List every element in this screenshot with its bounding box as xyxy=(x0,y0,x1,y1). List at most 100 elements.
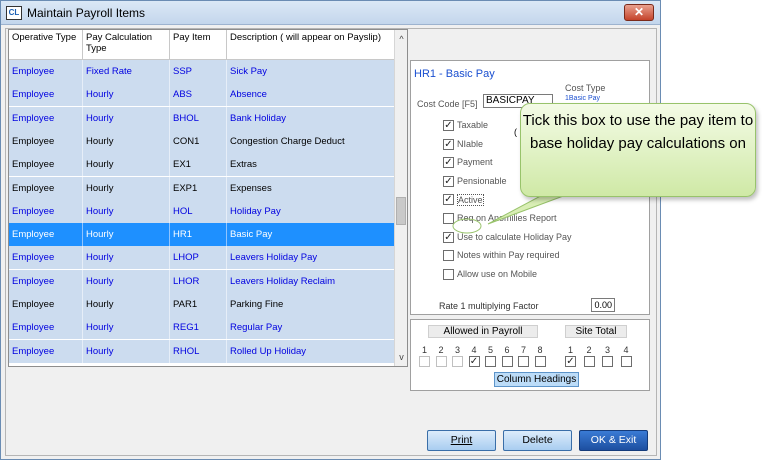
table-row[interactable]: Employee Hourly PAR1 Parking Fine xyxy=(9,293,395,316)
payroll-period-number: 2 xyxy=(438,345,444,355)
cell-operative-type: Employee xyxy=(9,293,83,316)
scroll-thumb[interactable] xyxy=(396,197,406,225)
site-checkbox-icon[interactable] xyxy=(583,356,595,367)
table-row[interactable]: Employee Hourly RHOL Rolled Up Holiday xyxy=(9,339,395,363)
cell-description: Congestion Charge Deduct xyxy=(227,129,395,153)
print-button[interactable]: Print xyxy=(427,430,496,451)
cell-pay-calculation-type: Hourly xyxy=(83,246,170,270)
allowed-in-payroll-label: Allowed in Payroll xyxy=(428,325,538,338)
site-total-number: 1 xyxy=(567,345,573,355)
table-row[interactable]: Employee Hourly EXP1 Expenses xyxy=(9,176,395,200)
site-checkbox-icon[interactable] xyxy=(602,356,613,367)
payroll-checkbox-icon[interactable] xyxy=(485,356,496,367)
grid-vertical-scrollbar[interactable]: ^ v xyxy=(394,30,407,366)
payroll-checkbox-icon[interactable] xyxy=(419,356,430,367)
column-header-pay-item[interactable]: Pay Item xyxy=(170,30,227,60)
table-row[interactable]: Employee Hourly REG1 Regular Pay xyxy=(9,316,395,340)
cell-pay-calculation-type: Fixed Rate xyxy=(83,60,170,83)
payroll-allocation-box: Allowed in Payroll Site Total 1 2 3 4 ✓ 5 6 7 8 1… xyxy=(410,319,650,391)
cell-pay-calculation-type: Hourly xyxy=(83,293,170,316)
checkbox-label: Allow use on Mobile xyxy=(457,268,538,279)
checkbox-label: Pensionable xyxy=(457,175,507,186)
table-row[interactable]: Employee Hourly ABS Absence xyxy=(9,83,395,107)
cell-description: Basic Pay xyxy=(227,223,395,247)
site-total-label: Site Total xyxy=(565,325,627,338)
cell-pay-item: EX1 xyxy=(170,153,227,177)
cell-operative-type: Employee xyxy=(9,199,83,223)
table-row[interactable]: Employee Fixed Rate SSP Sick Pay xyxy=(9,60,395,83)
cell-operative-type: Employee xyxy=(9,269,83,293)
cell-pay-item: PAR1 xyxy=(170,293,227,316)
cell-operative-type: Employee xyxy=(9,223,83,247)
table-row[interactable]: Employee Hourly CON1 Congestion Charge Dedu… xyxy=(9,129,395,153)
checkbox-checked-icon[interactable]: ✓ xyxy=(443,138,454,150)
checkbox-label: Active xyxy=(457,194,484,207)
payroll-items-window: CL Maintain Payroll Items ✕ Operative Ty… xyxy=(0,0,661,460)
cell-pay-calculation-type: Hourly xyxy=(83,176,170,200)
payroll-period-number: 3 xyxy=(454,345,460,355)
cell-description: Expenses xyxy=(227,176,395,200)
cell-pay-item: RHOL xyxy=(170,339,227,363)
delete-button-label: Delete xyxy=(522,434,553,446)
table-row[interactable]: Employee Hourly LHOP Leavers Holiday Pay xyxy=(9,246,395,270)
callout-text: Tick this box to use the pay item to bas… xyxy=(522,112,754,152)
table-row[interactable]: Employee Hourly HR1 Basic Pay xyxy=(9,223,395,247)
table-row[interactable]: Employee Hourly HOL Holiday Pay xyxy=(9,199,395,223)
column-headings-button[interactable]: Column Headings xyxy=(494,372,579,387)
delete-button[interactable]: Delete xyxy=(503,430,572,451)
table-row[interactable]: Employee Hourly BHOL Bank Holiday xyxy=(9,106,395,130)
scroll-up-icon[interactable]: ^ xyxy=(395,32,407,46)
cell-operative-type: Employee xyxy=(9,246,83,270)
cell-operative-type: Employee xyxy=(9,339,83,363)
table-row[interactable]: Employee Hourly EX1 Extras xyxy=(9,153,395,177)
column-header-pay-calculation-type[interactable]: Pay Calculation Type xyxy=(83,30,170,60)
cell-pay-calculation-type: Hourly xyxy=(83,199,170,223)
payroll-period-number: 6 xyxy=(504,345,510,355)
payroll-checkbox-icon[interactable] xyxy=(534,356,546,367)
scroll-down-icon[interactable]: v xyxy=(395,350,407,364)
checkbox-icon[interactable] xyxy=(443,250,454,262)
table-row[interactable]: Employee Hourly LHOR Leavers Holiday Reclai… xyxy=(9,269,395,293)
column-header-operative-type[interactable]: Operative Type xyxy=(9,30,83,60)
cell-description: Extras xyxy=(227,153,395,177)
dialog-client-area: Operative Type Pay Calculation Type Pay … xyxy=(5,28,657,456)
cost-code-label: Cost Code [F5] xyxy=(417,99,478,109)
print-button-label: Print xyxy=(450,434,473,446)
payroll-checkbox-icon[interactable] xyxy=(452,356,463,367)
cell-operative-type: Employee xyxy=(9,106,83,130)
cell-pay-item: HR1 xyxy=(170,223,227,247)
site-checkbox-icon[interactable] xyxy=(620,356,632,367)
close-button[interactable]: ✕ xyxy=(624,4,654,21)
site-total-number: 2 xyxy=(586,345,592,355)
checkbox-label: Notes within Pay required xyxy=(457,250,560,261)
ok-exit-button[interactable]: OK & Exit xyxy=(579,430,648,451)
cell-pay-item: CON1 xyxy=(170,129,227,153)
checkbox-checked-icon[interactable]: ✓ xyxy=(443,120,454,131)
payroll-checkbox-icon[interactable] xyxy=(435,356,447,367)
payroll-period-number: 1 xyxy=(421,345,427,355)
checkbox-icon[interactable] xyxy=(443,213,454,224)
checkbox-checked-icon[interactable]: ✓ xyxy=(443,175,454,187)
checkbox-label: Taxable xyxy=(457,120,489,130)
payroll-checkbox-checked-icon[interactable]: ✓ xyxy=(468,356,480,367)
checkbox-checked-icon[interactable]: ✓ xyxy=(443,157,454,169)
checkbox-checked-icon[interactable]: ✓ xyxy=(443,231,454,243)
rate-factor-field[interactable]: 0.00 xyxy=(591,298,615,312)
cell-operative-type: Employee xyxy=(9,129,83,153)
payroll-checkbox-icon[interactable] xyxy=(518,356,529,367)
cell-pay-item: REG1 xyxy=(170,316,227,340)
checkbox-icon[interactable] xyxy=(443,268,454,280)
checkbox-checked-icon[interactable]: ✓ xyxy=(443,194,454,206)
cell-description: Regular Pay xyxy=(227,316,395,340)
cell-pay-item: ABS xyxy=(170,83,227,107)
payroll-checkbox-icon[interactable] xyxy=(501,356,513,367)
column-header-description[interactable]: Description ( will appear on Payslip) xyxy=(227,30,395,60)
site-checkbox-checked-icon[interactable]: ✓ xyxy=(565,356,576,367)
site-total-number: 4 xyxy=(623,345,629,355)
title-bar: CL Maintain Payroll Items ✕ xyxy=(1,1,660,25)
cell-description: Leavers Holiday Pay xyxy=(227,246,395,270)
cost-type-value[interactable]: 1Basic Pay xyxy=(565,95,600,102)
cell-pay-calculation-type: Hourly xyxy=(83,153,170,177)
cell-description: Bank Holiday xyxy=(227,106,395,130)
cell-pay-calculation-type: Hourly xyxy=(83,223,170,247)
